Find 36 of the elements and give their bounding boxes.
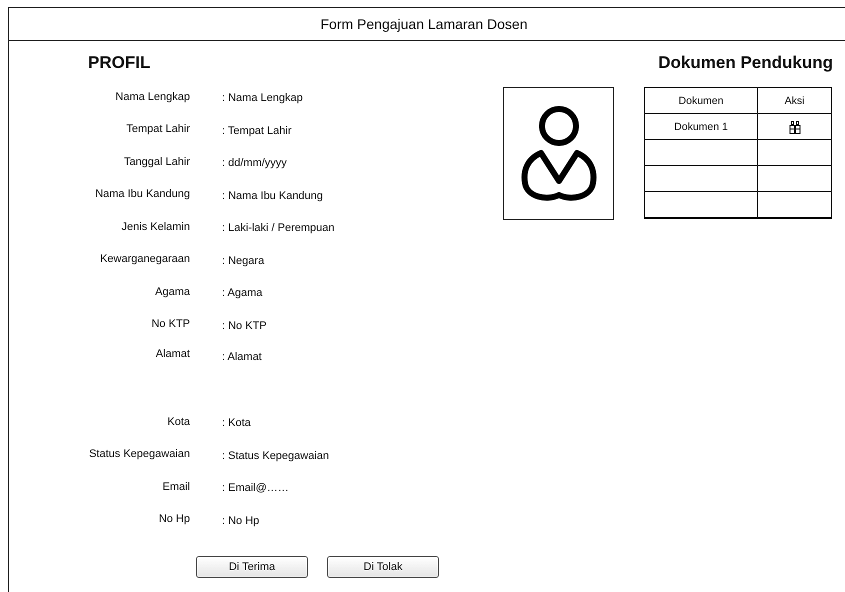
field-label: Status Kepegawaian [88,448,190,460]
field-value: : Email@…… [222,482,289,494]
column-header: Aksi [758,88,832,114]
field-label: No Hp [158,513,190,526]
field-label: Alamat [154,348,190,360]
action-button[interactable]: Di Tolak [327,556,439,578]
field-label: Agama [154,286,190,298]
field-value: : Alamat [222,351,262,363]
table-cell: Dokumen 1 [644,114,758,140]
person-icon [520,104,596,202]
field-value: : Status Kepegawaian [222,450,330,462]
field-label: Tempat Lahir [125,123,190,136]
field-value: : Kota [222,417,251,430]
section-heading: PROFIL [88,53,150,73]
binoculars-icon[interactable] [788,120,800,134]
field-label: Tanggal Lahir [122,156,190,168]
section-heading: Dokumen Pendukung [658,53,833,73]
field-label: Nama Ibu Kandung [94,188,190,200]
field-value: : Tempat Lahir [222,124,292,137]
field-value: : No Hp [222,514,260,527]
field-value: : Nama Ibu Kandung [222,190,323,202]
field-value: : dd/mm/yyyy [222,157,287,170]
field-value: : Laki-laki / Perempuan [222,222,334,234]
field-label: Nama Lengkap [114,90,190,103]
field-value: : Nama Lengkap [222,92,303,104]
field-label: Email [161,480,190,493]
window-title: Form Pengajuan Lamaran Dosen [9,8,845,41]
field-value: : Negara [222,254,264,267]
field-value: : Agama [222,287,262,300]
field-label: Jenis Kelamin [120,220,190,233]
field-label: No KTP [150,318,190,330]
action-button[interactable]: Di Terima [196,556,308,578]
field-value: : No KTP [222,320,267,332]
column-header: Dokumen [644,88,758,114]
field-label: Kota [166,416,190,428]
field-label: Kewarganegaraan [99,253,190,266]
